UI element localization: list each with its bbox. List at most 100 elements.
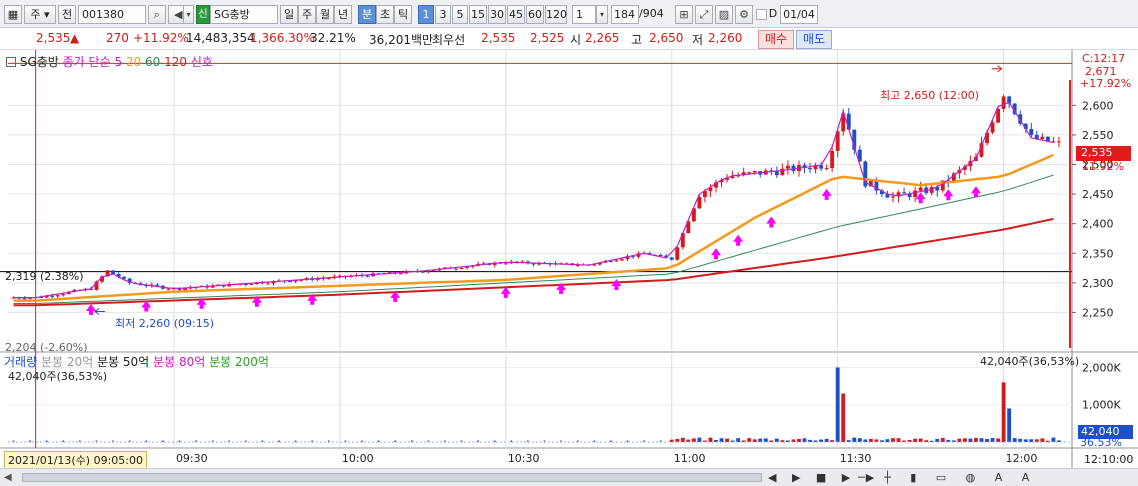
gear-icon[interactable]: ⚙ [735, 5, 753, 24]
candle-body [830, 150, 835, 169]
market-type-select[interactable]: 주 ▾ [24, 5, 56, 24]
stock-badge: 신 [196, 5, 210, 24]
market-type-label: 주 [30, 8, 41, 21]
candle-body [918, 187, 923, 191]
volume-bar [680, 437, 685, 442]
interval-input[interactable]: 1 [572, 5, 596, 24]
candle-body [365, 275, 370, 277]
price-direction-icon: ▲ [70, 31, 80, 45]
candle-body [249, 284, 254, 286]
dropdown-icon[interactable]: ▾ [183, 5, 194, 24]
scroll-left-icon[interactable]: ◀ [4, 472, 12, 483]
high-label: 고 [631, 33, 643, 47]
interval-button[interactable]: 5 [452, 5, 468, 24]
period-tab[interactable]: 분 [358, 5, 376, 24]
volume-title: 거래량 [4, 355, 38, 369]
scroll-thumb[interactable] [22, 473, 762, 482]
price-legend: SG충방 종가 단순 5 20 60 120 신호 [6, 53, 213, 70]
candle-body [420, 271, 425, 273]
volume-tick-label: 2,000K [1082, 361, 1121, 374]
market-type-suffix[interactable]: 전 [58, 5, 76, 24]
sell-button[interactable]: 매도 [796, 30, 832, 49]
volume-bar [725, 438, 729, 442]
volume-bar [962, 438, 967, 442]
candle-body [658, 255, 663, 257]
period-tab[interactable]: 초 [376, 5, 394, 24]
time-tick-label: 10:30 [508, 452, 540, 465]
legend-toggle-icon[interactable] [6, 57, 16, 67]
legend-ma-label: 종가 단순 [62, 55, 111, 69]
price-change: 270 [106, 31, 129, 45]
volume-bar [1040, 438, 1045, 442]
time-tick-label: 12:00 [1006, 452, 1038, 465]
checkbox-label: D [768, 7, 778, 20]
chart-area[interactable]: 2,600 2,550 2,500 2,450 2,400 2,350 2,300 2,250… [0, 50, 1138, 486]
volume-current-pct: 36.53% [1080, 436, 1122, 449]
candle-body [398, 273, 403, 275]
volume-item-200: 분봉 200억 [209, 355, 269, 369]
interval-button[interactable]: 15 [469, 5, 487, 24]
grid-menu-button[interactable]: ▦ [4, 5, 22, 24]
candle-body [1040, 136, 1045, 140]
zoom-controls[interactable]: ─ ┼ ▮ ▭ ◍ A A [858, 471, 1037, 484]
period-tab[interactable]: 년 [334, 5, 352, 24]
candle-body [55, 295, 60, 297]
period-tab[interactable]: 일 [280, 5, 298, 24]
interval-button[interactable]: 1 [418, 5, 434, 24]
date-input[interactable]: 01/04 [780, 5, 818, 24]
code-input[interactable]: 001380 [78, 5, 146, 24]
price-tick-label: 2,300 [1082, 277, 1114, 290]
interval-button[interactable]: 60 [526, 5, 544, 24]
low-annotation: 최저 2,260 (09:15) [115, 317, 215, 330]
price-tick-label: 2,250 [1082, 306, 1114, 319]
volume-bar [940, 437, 945, 442]
toolbar: ▦ 주 ▾ 전 001380 ⌕ ◀▾ ▾ 신 SG충방 일주월년분초틱 135… [0, 0, 1138, 28]
candle-body [752, 171, 757, 173]
interval-button[interactable]: 30 [488, 5, 506, 24]
candle-body [824, 168, 829, 170]
volume-bar [708, 437, 713, 442]
image-icon[interactable]: ▨ [715, 5, 733, 24]
candle-body [266, 283, 270, 285]
stock-name-field[interactable]: SG충방 [210, 5, 278, 24]
period-tab[interactable]: 주 [298, 5, 316, 24]
interval-dropdown-icon[interactable]: ▾ [596, 5, 608, 24]
buy-button[interactable]: 매수 [758, 30, 794, 49]
candle-body [288, 281, 293, 283]
volume-bar [697, 437, 702, 442]
open-price: 2,265 [585, 31, 620, 45]
price-tick-label: 2,450 [1082, 188, 1114, 201]
volume-bar [758, 438, 763, 442]
period-tab[interactable]: 틱 [394, 5, 412, 24]
volume-bar [162, 440, 164, 442]
volume-bar [857, 438, 862, 442]
price-tick-label: 2,550 [1082, 129, 1114, 142]
interval-button[interactable]: 3 [435, 5, 451, 24]
d-checkbox[interactable] [756, 9, 767, 20]
count-input[interactable]: 184 [611, 5, 639, 24]
chart-type-icon[interactable]: ⊞ [675, 5, 693, 24]
search-icon[interactable]: ⌕ [148, 5, 166, 24]
volume-pct: 1,366.30% [250, 31, 315, 45]
open-label: 시 [570, 33, 582, 47]
volume-bar [610, 440, 612, 442]
volume-bar [774, 438, 779, 442]
interval-button[interactable]: 120 [545, 5, 567, 24]
draw-tool-icon[interactable]: ⤢ [695, 5, 713, 24]
time-tick-label: 10:00 [342, 452, 374, 465]
volume-item-50: 분봉 50억 [97, 355, 150, 369]
current-price-marker: 2,535 [1076, 146, 1131, 161]
best-ask: 2,535 [481, 31, 516, 45]
candle-body [620, 259, 624, 261]
legend-ma120: 120 [164, 55, 188, 69]
price-volume-chart[interactable]: 2,6002,5502,5002,4502,4002,3502,3002,250… [0, 50, 1138, 486]
chart-scrollbar[interactable]: ◀ ◀ ▶ ■ ▶ ▶ ─ ┼ ▮ ▭ ◍ A A [0, 468, 1138, 486]
interval-button[interactable]: 45 [507, 5, 525, 24]
high-price: 2,650 [649, 31, 684, 45]
low-price: 2,260 [708, 31, 743, 45]
candle-body [891, 196, 895, 198]
period-tab[interactable]: 월 [316, 5, 334, 24]
ref-line-label: 2,319 (2.38%) [5, 270, 84, 283]
candle-body [503, 263, 508, 265]
time-tick-label: 09:30 [176, 452, 208, 465]
